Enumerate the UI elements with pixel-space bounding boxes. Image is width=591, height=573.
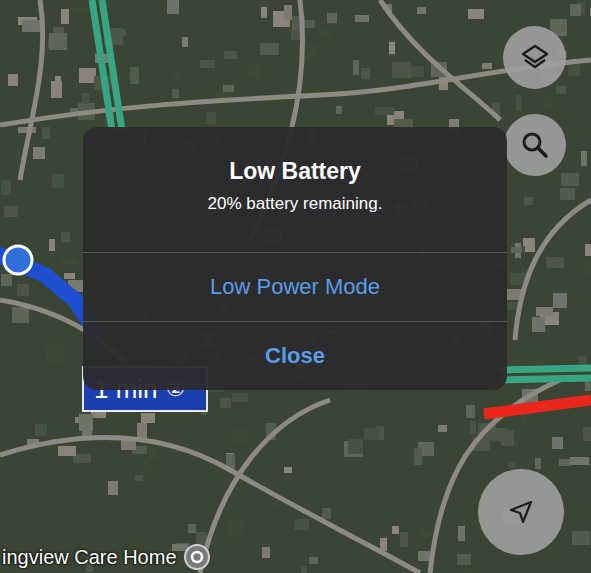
layers-icon bbox=[518, 41, 552, 75]
alert-header: Low Battery 20% battery remaining. bbox=[83, 127, 507, 252]
place-name: ingview Care Home bbox=[2, 546, 177, 569]
location-arrow-icon bbox=[506, 497, 536, 527]
alert-button[interactable]: Close bbox=[83, 321, 507, 390]
map-screen: 1 min②ingview Care HomeLow Battery20% ba… bbox=[0, 0, 591, 573]
map-layers-button[interactable] bbox=[503, 26, 566, 89]
place-label[interactable]: ingview Care Home bbox=[2, 543, 211, 571]
low-battery-alert: Low Battery 20% battery remaining. Low Pow… bbox=[83, 127, 507, 390]
alert-message: 20% battery remaining. bbox=[208, 193, 383, 215]
locate-me-button[interactable] bbox=[478, 469, 564, 555]
place-pin-icon bbox=[183, 543, 211, 571]
traffic-line bbox=[484, 400, 591, 414]
search-button[interactable] bbox=[504, 114, 566, 176]
alert-title: Low Battery bbox=[229, 157, 361, 187]
magnifier-icon bbox=[519, 129, 551, 161]
alert-button[interactable]: Low Power Mode bbox=[83, 252, 507, 321]
current-location-dot bbox=[4, 246, 32, 274]
